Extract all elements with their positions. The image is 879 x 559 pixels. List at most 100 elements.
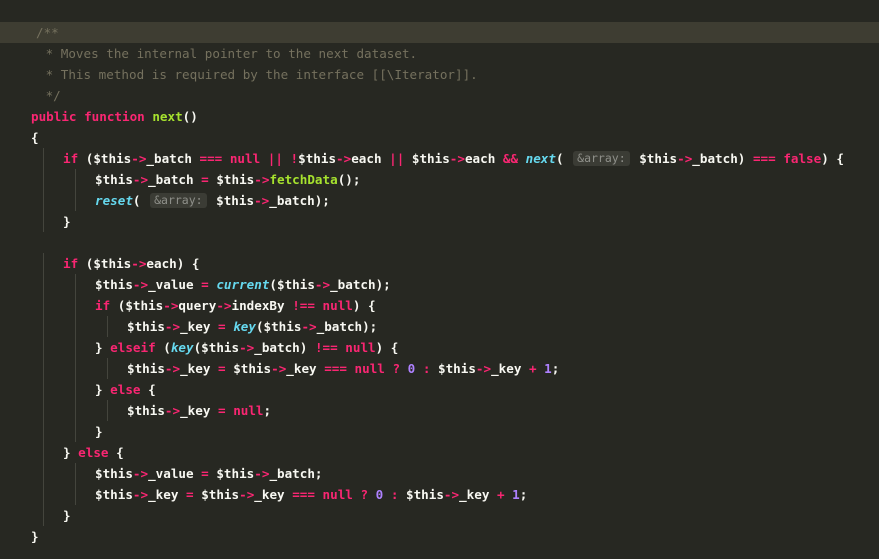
code-token: = xyxy=(201,172,217,187)
code-line[interactable]: reset( &array: $this->_batch); xyxy=(0,190,879,211)
indent-guide xyxy=(43,211,44,232)
code-token: -> xyxy=(239,487,255,502)
code-text: $this->_batch = $this->fetchData(); xyxy=(95,169,360,190)
code-line[interactable]: $this->_key = null; xyxy=(0,400,879,421)
code-token: : xyxy=(415,361,438,376)
code-line[interactable]: $this->_key = key($this->_batch); xyxy=(0,316,879,337)
code-token: $this xyxy=(127,403,165,418)
code-editor[interactable]: /** * Moves the internal pointer to the … xyxy=(0,0,879,559)
code-token: $this xyxy=(95,466,133,481)
code-token: -> xyxy=(336,151,352,166)
code-token: _batch); xyxy=(330,277,391,292)
indent-guide xyxy=(43,463,44,484)
code-token: if xyxy=(63,256,86,271)
indent-guide xyxy=(43,337,44,358)
code-line[interactable]: if ($this->each) { xyxy=(0,253,879,274)
code-token: * This method is required by the interfa… xyxy=(38,67,478,82)
code-line[interactable]: } else { xyxy=(0,379,879,400)
code-token: ($this xyxy=(85,256,132,271)
code-text: $this->_key = $this->_key === null ? 0 :… xyxy=(127,358,559,379)
code-line[interactable]: } xyxy=(0,505,879,526)
code-token: null xyxy=(345,340,376,355)
code-token: _batch); xyxy=(316,319,378,334)
code-text: { xyxy=(31,127,39,148)
code-token: _value xyxy=(148,466,202,481)
code-token: -> xyxy=(254,172,270,187)
indent-guide xyxy=(43,148,44,169)
indent-guide xyxy=(43,484,44,505)
code-token: next xyxy=(525,151,556,166)
code-line[interactable]: } xyxy=(0,211,879,232)
code-line[interactable]: $this->_value = current($this->_batch); xyxy=(0,274,879,295)
code-text: $this->_key = key($this->_batch); xyxy=(127,316,377,337)
code-line[interactable]: $this->_key = $this->_key === null ? 0 :… xyxy=(0,358,879,379)
code-line[interactable]: * This method is required by the interfa… xyxy=(0,64,879,85)
indent-guide xyxy=(75,400,76,421)
code-text: $this->_value = $this->_batch; xyxy=(95,463,323,484)
code-token: ) { xyxy=(821,151,844,166)
indent-guide xyxy=(75,463,76,484)
code-token: _key xyxy=(180,403,219,418)
code-line[interactable] xyxy=(0,232,879,253)
indent-guide xyxy=(75,379,76,400)
code-token: -> xyxy=(132,487,149,502)
code-token: $this xyxy=(298,151,337,166)
code-line[interactable]: } else { xyxy=(0,442,879,463)
code-line[interactable]: } xyxy=(0,421,879,442)
code-text: /** xyxy=(36,22,59,43)
code-token: key xyxy=(170,340,194,355)
indent-guide xyxy=(75,169,76,190)
code-line[interactable]: */ xyxy=(0,85,879,106)
code-token: === xyxy=(199,151,230,166)
code-token: _key xyxy=(148,487,187,502)
code-token: -> xyxy=(254,466,270,481)
code-token: } xyxy=(63,508,71,523)
code-text: } elseif (key($this->_batch) !== null) { xyxy=(95,337,398,358)
code-line[interactable]: if ($this->_batch === null || !$this->ea… xyxy=(0,148,879,169)
code-token: current xyxy=(216,277,270,292)
indent-guide xyxy=(75,316,76,337)
code-line[interactable]: $this->_value = $this->_batch; xyxy=(0,463,879,484)
code-token: ($this xyxy=(85,151,132,166)
code-token: = xyxy=(218,319,234,334)
code-line[interactable]: /** xyxy=(0,22,879,43)
code-token: -> xyxy=(132,277,149,292)
code-token: -> xyxy=(475,361,492,376)
code-line[interactable]: } xyxy=(0,526,879,547)
code-token: _batch) xyxy=(254,340,315,355)
code-line[interactable]: * Moves the internal pointer to the next… xyxy=(0,43,879,64)
indent-guide xyxy=(75,358,76,379)
code-token: -> xyxy=(131,256,147,271)
code-token: && xyxy=(502,151,526,166)
code-token: null xyxy=(229,151,268,166)
code-text: } else { xyxy=(63,442,124,463)
code-token: !== xyxy=(292,298,323,313)
code-token: ; xyxy=(551,361,560,376)
code-text: } else { xyxy=(95,379,156,400)
code-line[interactable]: $this->_batch = $this->fetchData(); xyxy=(0,169,879,190)
code-text: $this->_value = current($this->_batch); xyxy=(95,274,391,295)
code-token: } xyxy=(63,214,71,229)
code-token: $this xyxy=(208,193,255,208)
indent-guide xyxy=(75,337,76,358)
code-token: ; xyxy=(263,403,272,418)
indent-guide xyxy=(43,253,44,274)
code-token: -> xyxy=(164,403,181,418)
code-line[interactable]: if ($this->query->indexBy !== null) { xyxy=(0,295,879,316)
code-token: $this xyxy=(411,151,450,166)
code-line[interactable]: } elseif (key($this->_batch) !== null) { xyxy=(0,337,879,358)
code-line[interactable]: public function next() xyxy=(0,106,879,127)
code-token: $this xyxy=(233,361,272,376)
indent-guide xyxy=(75,295,76,316)
code-token: -> xyxy=(254,193,270,208)
code-token: ? xyxy=(360,487,376,502)
indent-guide xyxy=(43,379,44,400)
code-token: */ xyxy=(38,88,61,103)
code-line[interactable]: $this->_key = $this->_key === null ? 0 :… xyxy=(0,484,879,505)
code-token: _batch); xyxy=(269,193,330,208)
code-token: ($this xyxy=(269,277,315,292)
code-text: */ xyxy=(38,85,61,106)
code-line[interactable]: { xyxy=(0,127,879,148)
code-token: (); xyxy=(337,172,361,187)
code-token: else xyxy=(110,382,149,397)
